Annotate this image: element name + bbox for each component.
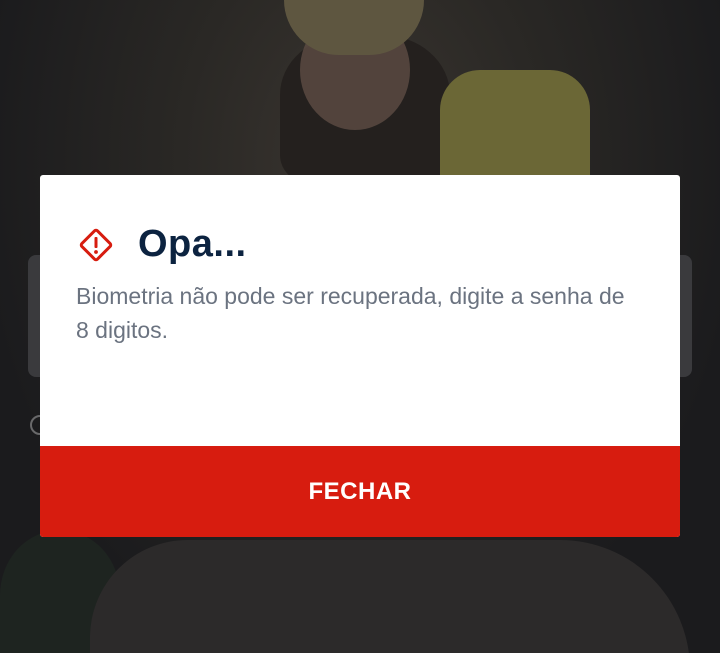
dialog-header: Opa... — [78, 223, 247, 266]
dialog-message: Biometria não pode ser recuperada, digit… — [76, 283, 625, 343]
background-figure — [90, 540, 690, 653]
background-jacket — [440, 70, 590, 180]
error-dialog: Opa... Biometria não pode ser recuperada… — [40, 175, 680, 537]
warning-diamond-icon — [79, 228, 113, 261]
close-button[interactable]: FECHAR — [40, 446, 680, 537]
dialog-title: Opa... — [138, 223, 247, 265]
